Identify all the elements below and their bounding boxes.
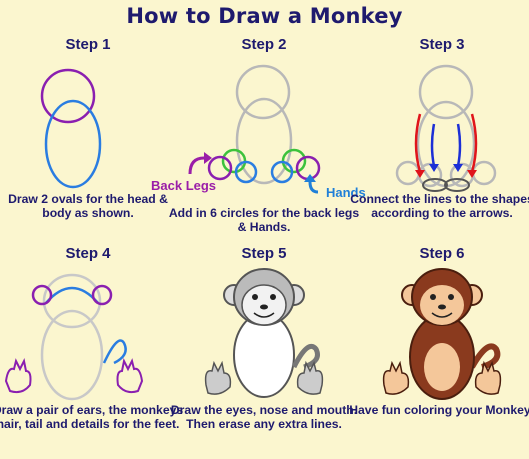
step-2-label: Step 2 (241, 36, 287, 53)
step-6-drawing (382, 268, 502, 400)
step-5-drawing (204, 268, 324, 398)
step-1-caption: Draw 2 ovals for the head & body as show… (8, 192, 168, 220)
left-hand-circle (221, 148, 247, 174)
back-legs-arrow (188, 156, 205, 175)
left-ear (31, 284, 53, 306)
step-3-label: Step 3 (419, 36, 465, 53)
step-4-label: Step 4 (65, 245, 111, 262)
right-ear (91, 284, 113, 306)
step-1: Step 1 Draw 2 ovals for the head & body … (0, 36, 176, 236)
left-eye (252, 294, 258, 300)
right-hand-circle (281, 148, 307, 174)
page-title: How to Draw a Monkey (126, 4, 403, 28)
head-oval (40, 68, 96, 124)
right-eye (270, 294, 276, 300)
step-5-caption: Draw the eyes, nose and mouth. Then eras… (170, 403, 358, 431)
step-4: Step 4 Draw a pair of ears, the monkeys … (0, 245, 183, 445)
right-back-leg-circle (295, 155, 321, 181)
step-6-label: Step 6 (419, 245, 465, 262)
step-6-caption: Have fun coloring your Monkey! (349, 403, 529, 417)
nose (260, 304, 268, 310)
step-1-drawing (40, 68, 102, 189)
blue-arrow-right (456, 123, 462, 167)
body-oval (44, 99, 102, 189)
tail (102, 339, 127, 365)
step-4-drawing (4, 273, 144, 401)
step-4-caption: Draw a pair of ears, the monkeys hair, t… (0, 403, 184, 431)
back-legs-label: Back Legs (151, 178, 217, 193)
step-3-caption: Connect the lines to the shapes accordin… (350, 192, 529, 220)
blue-arrow-left (430, 123, 436, 167)
step-1-label: Step 1 (65, 36, 111, 53)
right-foot (116, 357, 144, 394)
step-6: Step 6 Have fun coloring your Monkey! (349, 245, 529, 445)
step-3-drawing (395, 64, 497, 192)
step-5: Step 5 Draw the eyes, nose and mouth. Th… (171, 245, 357, 445)
step-2: Step 2 Back Legs Hands Add in 6 circles … (151, 36, 366, 236)
left-back-leg-circle (207, 155, 233, 181)
hands-arrow (308, 181, 319, 194)
step-3: Step 3 Connect the lines to the shapes a… (350, 36, 529, 236)
step-2-caption: Add in 6 circles for the back legs & Han… (168, 206, 360, 234)
left-foot (4, 357, 32, 394)
step-5-label: Step 5 (241, 245, 287, 262)
